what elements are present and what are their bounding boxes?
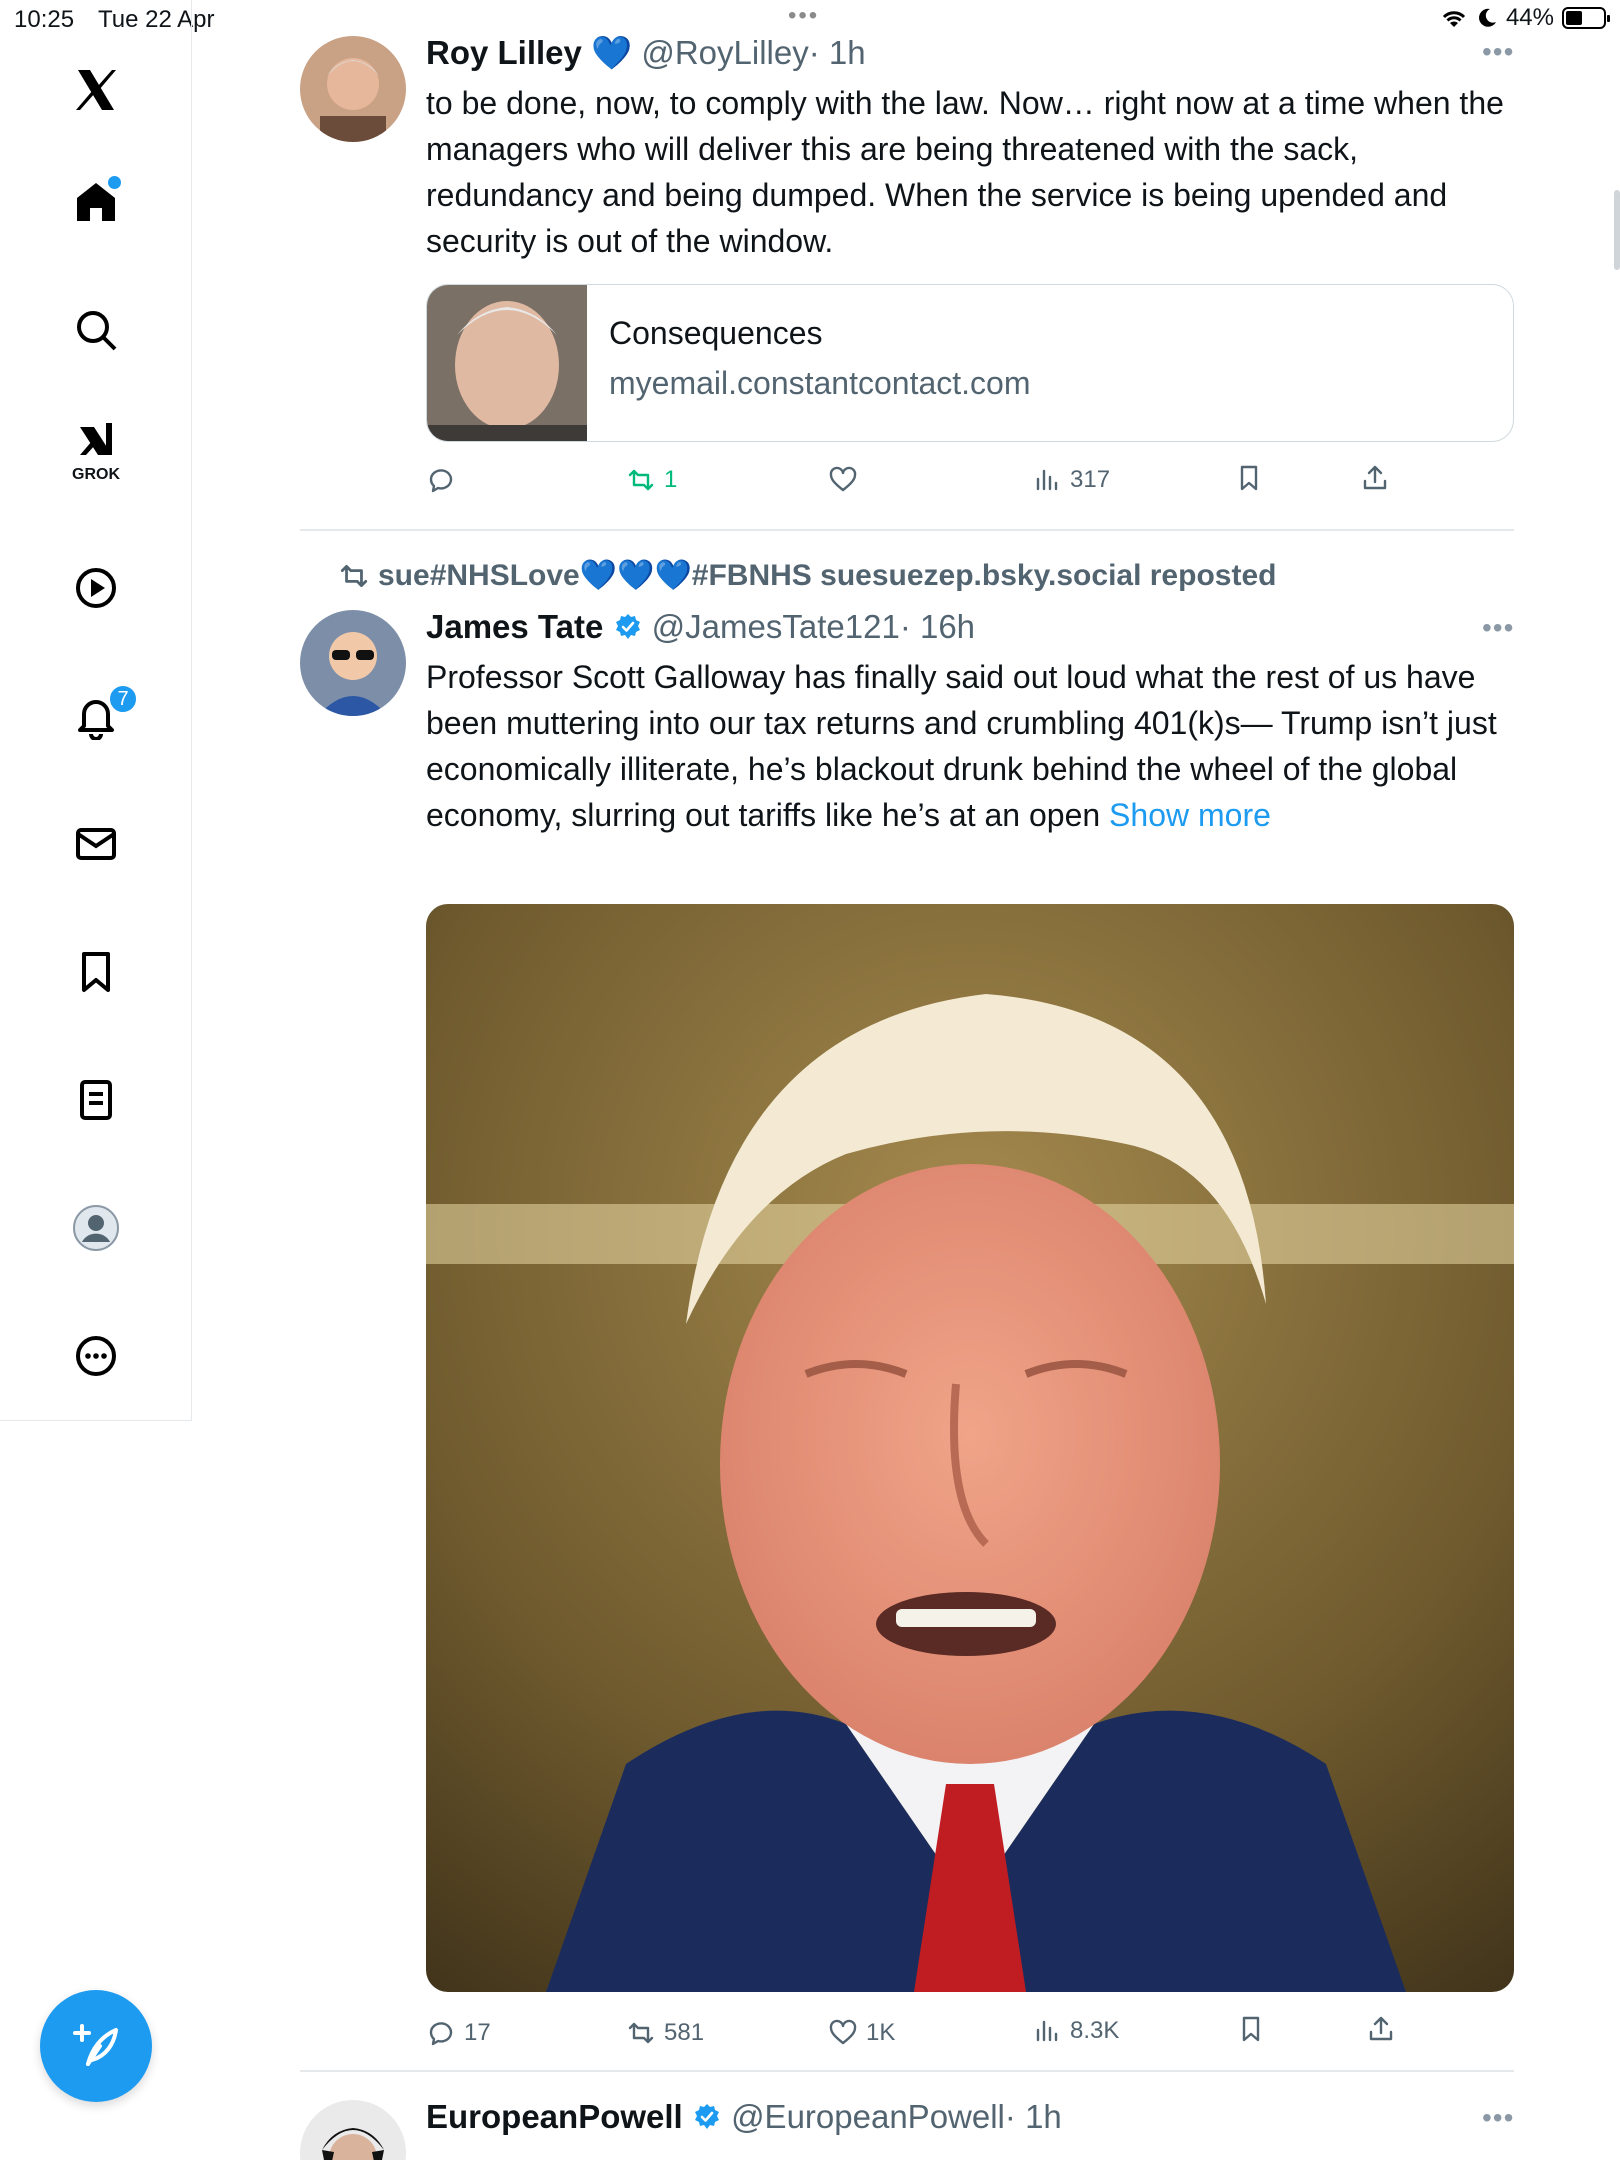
verified-badge-icon (694, 2104, 719, 2129)
tweet-header: Roy Lilley 💙 @RoyLilley· 1h (426, 34, 866, 73)
grok-label: GROK (72, 466, 120, 483)
like-button[interactable] (828, 465, 866, 495)
tweet-divider (300, 2070, 1514, 2072)
tweet-text: to be done, now, to comply with the law.… (426, 85, 1504, 259)
repost-icon (628, 2022, 654, 2044)
verified-badge-icon (615, 614, 640, 639)
repost-count: 581 (664, 2019, 705, 2046)
repost-icon (628, 469, 654, 491)
heart-icon (829, 466, 857, 492)
home-unread-dot (108, 176, 121, 189)
share-button[interactable] (1360, 463, 1390, 493)
bookmark-button[interactable] (1236, 2014, 1266, 2044)
bookmark-button[interactable] (1234, 463, 1264, 493)
post-time[interactable]: · 1h (1005, 2098, 1062, 2135)
messages-envelope-icon[interactable] (56, 804, 136, 884)
tweet-header: James Tate @JamesTate121· 16h (426, 608, 975, 646)
avatar-roy-lilley[interactable] (300, 36, 406, 142)
compose-post-button[interactable] (40, 1990, 152, 2102)
more-options-icon[interactable]: ••• (1482, 2102, 1514, 2134)
share-icon (1369, 2016, 1393, 2041)
search-icon[interactable] (56, 290, 136, 370)
reply-button[interactable]: 17 (426, 2018, 491, 2048)
reposted-by-text: sue#NHSLove💙💙💙#FBNHS suesuezep.bsky.soci… (378, 559, 1277, 592)
card-domain: myemail.constantcontact.com (609, 365, 1031, 401)
tweet-photo[interactable] (426, 904, 1514, 1992)
post-time[interactable]: · 16h (900, 608, 975, 645)
reply-icon (429, 469, 453, 493)
avatar-european-powell[interactable] (300, 2100, 406, 2160)
views-button[interactable]: 317 (1032, 465, 1110, 495)
battery-percent: 44% (1505, 4, 1554, 31)
like-count: 1K (866, 2019, 896, 2046)
avatar-james-tate[interactable] (300, 610, 406, 716)
view-count: 8.3K (1070, 2017, 1120, 2044)
bookmarks-icon[interactable] (56, 932, 136, 1012)
more-options-icon[interactable] (56, 1316, 136, 1396)
tweet-divider (300, 529, 1514, 531)
repost-count: 1 (664, 466, 678, 493)
author-name[interactable]: Roy Lilley (426, 34, 582, 71)
reply-button[interactable] (426, 465, 464, 495)
tweet-body: Professor Scott Galloway has finally sai… (426, 659, 1497, 833)
battery-icon (1562, 7, 1610, 29)
home-icon[interactable] (56, 162, 136, 242)
wifi-icon (1442, 11, 1466, 27)
multitasking-dots[interactable]: ••• (788, 2, 819, 30)
share-icon (1363, 465, 1387, 490)
views-chart-icon (1036, 2020, 1058, 2042)
bookmark-icon (1242, 2016, 1260, 2042)
view-count: 317 (1070, 466, 1111, 493)
like-button[interactable]: 1K (828, 2018, 895, 2048)
repost-indicator-icon (338, 560, 370, 600)
scrollbar[interactable] (1614, 190, 1620, 270)
link-card[interactable]: Consequences myemail.constantcontact.com (426, 284, 1514, 442)
show-more-link[interactable]: Show more (1109, 797, 1271, 833)
views-chart-icon (1036, 469, 1058, 491)
more-options-icon[interactable]: ••• (1482, 612, 1514, 644)
reply-count: 17 (464, 2019, 491, 2046)
share-button[interactable] (1366, 2014, 1396, 2044)
views-button[interactable]: 8.3K (1032, 2016, 1119, 2046)
heart-icon (829, 2019, 857, 2045)
repost-indicator[interactable]: sue#NHSLove💙💙💙#FBNHS suesuezep.bsky.soci… (340, 558, 1277, 593)
sidebar: GROK 7 (0, 0, 192, 1420)
more-options-icon[interactable]: ••• (1482, 36, 1514, 68)
tweet-text: Professor Scott Galloway has finally sai… (426, 654, 1516, 838)
author-name[interactable]: EuropeanPowell (426, 2098, 683, 2135)
repost-button[interactable]: 1 (626, 465, 677, 495)
x-logo-icon[interactable] (56, 50, 136, 130)
blue-heart-emoji: 💙 (591, 34, 633, 71)
post-time[interactable]: · 1h (809, 34, 866, 71)
notifications-badge: 7 (108, 684, 138, 714)
author-handle[interactable]: @JamesTate121 (652, 608, 900, 645)
grok-icon[interactable]: GROK (56, 410, 136, 490)
author-handle[interactable]: @RoyLilley (641, 34, 808, 71)
card-thumbnail (427, 285, 587, 441)
profile-avatar-icon[interactable] (56, 1188, 136, 1268)
reply-icon (429, 2022, 453, 2046)
video-play-icon[interactable] (56, 548, 136, 628)
author-name[interactable]: James Tate (426, 608, 603, 645)
sidebar-divider (0, 1420, 192, 1421)
author-handle[interactable]: @EuropeanPowell (731, 2098, 1005, 2135)
compose-feather-icon (73, 2024, 118, 2066)
repost-button[interactable]: 581 (626, 2018, 704, 2048)
tweet-header: EuropeanPowell @EuropeanPowell· 1h (426, 2098, 1062, 2136)
card-title: Consequences (609, 315, 823, 351)
lists-icon[interactable] (56, 1060, 136, 1140)
moon-icon (1479, 8, 1496, 27)
bookmark-icon (1240, 465, 1258, 491)
notifications-bell-icon[interactable]: 7 (56, 676, 138, 756)
status-icons: 44% (1440, 4, 1610, 32)
